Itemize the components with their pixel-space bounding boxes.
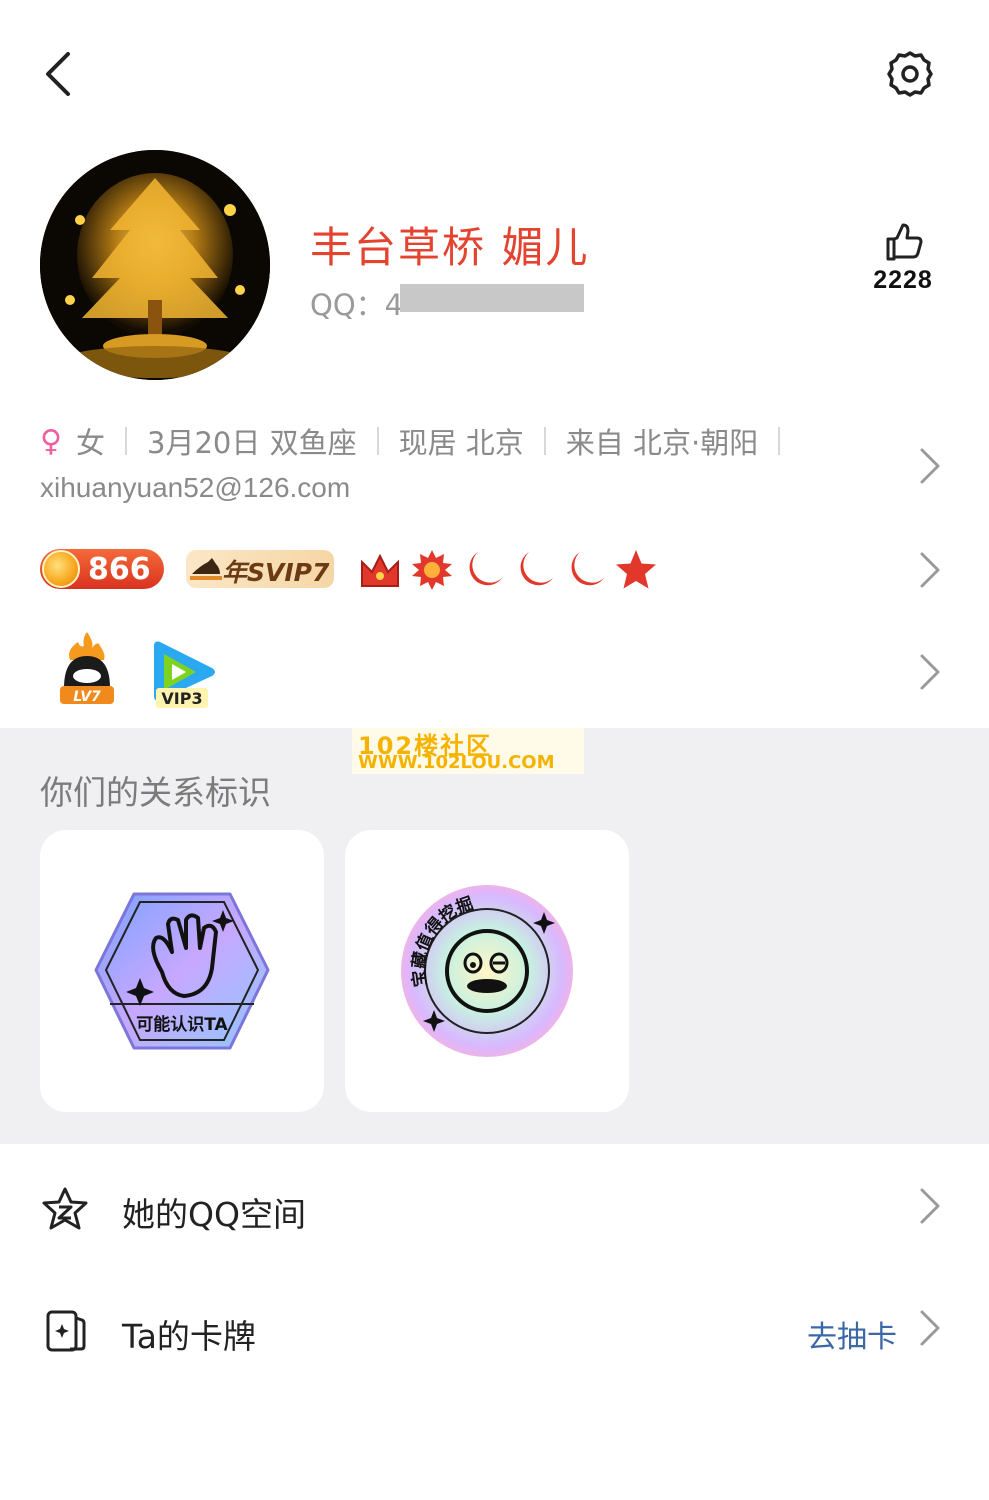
back-button[interactable]: [36, 48, 84, 100]
badges-row[interactable]: 866 年SVIP7: [0, 540, 989, 604]
svip-hat-icon: [190, 558, 222, 580]
gear-icon: [887, 51, 933, 97]
profile-info-row[interactable]: ♀ 女 3月20日 双鱼座 现居 北京 来自 北京·朝阳 xihuanyuan5…: [40, 420, 890, 510]
wave-hand-icon: 可能认识TA: [94, 892, 270, 1050]
level-value: 866: [88, 552, 151, 587]
coin-icon: [42, 550, 80, 588]
draw-card-link[interactable]: 去抽卡: [807, 1312, 897, 1356]
qzone-row[interactable]: 她的QQ空间: [0, 1156, 989, 1256]
relation-card-may-know[interactable]: 可能认识TA: [40, 830, 324, 1112]
svip-label: 年SVIP7: [222, 558, 330, 587]
relation-card-treasure[interactable]: 宝藏值得挖掘: [345, 830, 629, 1112]
sun-icon: [412, 550, 452, 590]
chevron-right-icon: [920, 552, 940, 588]
qzone-star-icon: [42, 1187, 88, 1230]
watermark-url: WWW.102LOU.COM: [358, 752, 555, 773]
qq-number-redaction: [400, 284, 584, 312]
female-icon: ♀: [40, 423, 62, 459]
moon-icon: [571, 552, 604, 586]
like-button[interactable]: 2228: [868, 222, 938, 312]
video-vip-badge-icon: VIP3: [154, 641, 215, 708]
thumbs-up-icon: [886, 223, 923, 261]
divider: [543, 427, 546, 455]
divider: [125, 427, 127, 455]
divider: [376, 427, 379, 455]
nickname: 丰台草桥 媚儿: [310, 223, 590, 272]
qq-level-text: LV7: [73, 689, 101, 705]
chevron-left-icon: [46, 52, 70, 96]
qzone-label: 她的QQ空间: [122, 1195, 306, 1234]
relation-title: 你们的关系标识: [40, 773, 271, 812]
app-badges-row[interactable]: LV7 VIP3: [0, 628, 989, 714]
gender-text: 女: [75, 426, 105, 460]
like-count: 2228: [873, 266, 933, 294]
hometown-text: 来自 北京·朝阳: [565, 426, 759, 460]
video-vip-text: VIP3: [161, 689, 202, 708]
qq-number-label: QQ：4: [310, 288, 404, 322]
residence-text: 现居 北京: [398, 426, 524, 460]
birthday-text: 3月20日 双鱼座: [147, 426, 357, 460]
watermark: 102楼社区 WWW.102LOU.COM: [352, 728, 584, 774]
chevron-right-icon: [920, 1310, 940, 1346]
smiley-face-icon: 宝藏值得挖掘: [401, 885, 573, 1057]
moon-icon: [469, 552, 502, 586]
avatar[interactable]: [40, 150, 270, 380]
qq-level-badge-icon: LV7: [60, 632, 114, 705]
divider: [778, 427, 781, 455]
money-tree-image: [40, 150, 270, 380]
chevron-right-icon: [920, 1188, 940, 1224]
relation-section: 102楼社区 WWW.102LOU.COM 你们的关系标识 可能认识TA 宝藏值…: [0, 728, 989, 1144]
card-deck-row[interactable]: Ta的卡牌 去抽卡: [0, 1278, 989, 1378]
card-deck-label: Ta的卡牌: [122, 1317, 256, 1356]
settings-button[interactable]: [884, 48, 936, 100]
level-badge: 866: [40, 549, 164, 589]
relation-card-label: 可能认识TA: [136, 1014, 228, 1035]
svip-badge: 年SVIP7: [186, 550, 334, 588]
chevron-right-icon: [920, 448, 940, 484]
chevron-right-icon: [920, 654, 940, 690]
card-icon: [46, 1310, 86, 1352]
star-icon: [616, 550, 656, 589]
moon-icon: [520, 552, 553, 586]
email-text: xihuanyuan52@126.com: [40, 472, 351, 503]
crown-icon: [361, 553, 399, 587]
